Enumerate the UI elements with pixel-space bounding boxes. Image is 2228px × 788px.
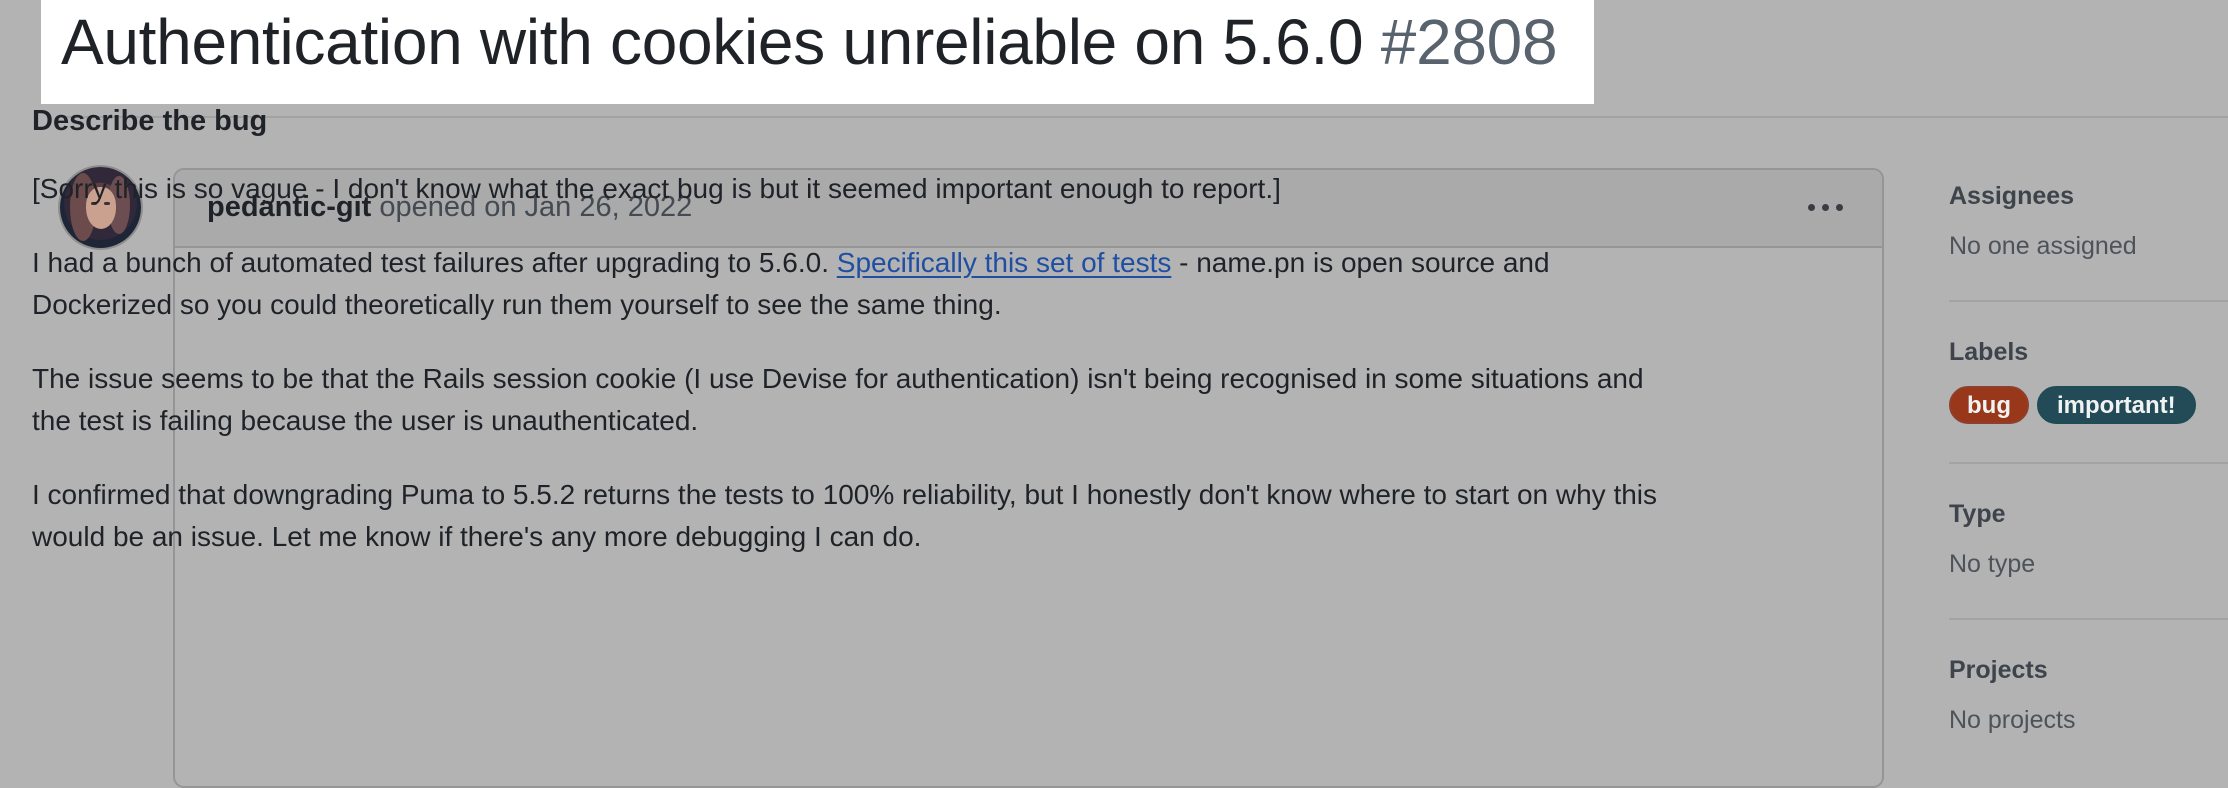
comment-heading: Describe the bug xyxy=(32,105,268,137)
assignees-section: Assignees No one assigned xyxy=(1949,180,2228,262)
label-bug[interactable]: bug xyxy=(1949,386,2029,424)
comment-paragraph: The issue seems to be that the Rails ses… xyxy=(32,363,1644,436)
type-value: No type xyxy=(1949,550,2036,578)
labels-section: Labels bug important! xyxy=(1949,336,2228,424)
labels-list: bug important! xyxy=(1949,386,2228,424)
projects-value: No projects xyxy=(1949,706,2076,734)
projects-title[interactable]: Projects xyxy=(1949,654,2228,686)
issue-number: #2808 xyxy=(1380,6,1558,78)
labels-title[interactable]: Labels xyxy=(1949,336,2228,368)
kebab-dot xyxy=(1808,204,1815,211)
comment-paragraph: I had a bunch of automated test failures… xyxy=(32,242,1677,326)
tests-link[interactable]: Specifically this set of tests xyxy=(837,247,1172,278)
projects-section: Projects No projects xyxy=(1949,654,2228,736)
assignees-title[interactable]: Assignees xyxy=(1949,180,2228,212)
comment-paragraph-text: I had a bunch of automated test failures… xyxy=(32,247,837,278)
comment-body: Describe the bug [Sorry this is so vague… xyxy=(32,102,1677,590)
sidebar-divider xyxy=(1949,618,2228,620)
kebab-dot xyxy=(1822,204,1829,211)
issue-title-text: Authentication with cookies unreliable o… xyxy=(61,6,1364,78)
sidebar-divider xyxy=(1949,462,2228,464)
issue-sidebar: Assignees No one assigned Labels bug imp… xyxy=(1949,180,2228,736)
label-important[interactable]: important! xyxy=(2036,386,2196,424)
issue-title: Authentication with cookies unreliable o… xyxy=(61,4,1558,80)
sidebar-divider xyxy=(1949,300,2228,302)
kebab-dot xyxy=(1836,204,1843,211)
type-title[interactable]: Type xyxy=(1949,498,2228,530)
comment-paragraph: [Sorry this is so vague - I don't know w… xyxy=(32,173,1281,204)
kebab-horizontal-icon[interactable] xyxy=(1806,191,1846,223)
type-section: Type No type xyxy=(1949,498,2228,580)
comment-paragraph: I confirmed that downgrading Puma to 5.5… xyxy=(32,479,1658,552)
assignees-value: No one assigned xyxy=(1949,232,2137,260)
